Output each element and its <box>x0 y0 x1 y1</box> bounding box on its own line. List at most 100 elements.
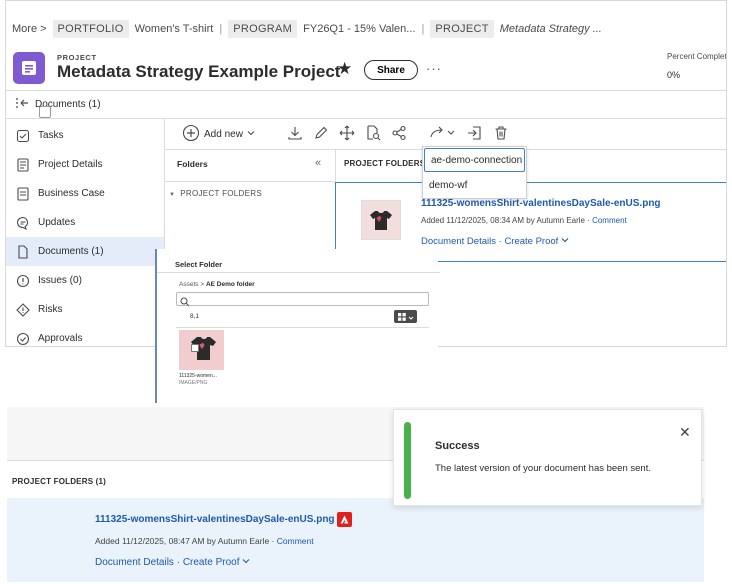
file-added-meta-bottom: Added 11/12/2025, 08:47 AM by Autumn Ear… <box>95 536 314 546</box>
caret-down-icon: ▼ <box>169 192 176 198</box>
percent-complete-label: Percent Complete <box>667 52 727 61</box>
chevron-down-icon <box>247 129 255 140</box>
page-title: Metadata Strategy Example Project <box>57 62 341 81</box>
document-details-link[interactable]: Document Details <box>95 557 174 568</box>
select-folder-dialog: Select Folder Assets > AE Demo folder 8,… <box>155 249 440 403</box>
asset-breadcrumb: Assets > AE Demo folder <box>179 281 255 288</box>
business-case-icon <box>16 186 30 201</box>
edit-pencil-icon[interactable] <box>312 124 330 142</box>
asset-breadcrumb-root[interactable]: Assets <box>179 281 199 288</box>
document-search-icon[interactable] <box>364 124 382 142</box>
file-added-text: Added 11/12/2025, 08:47 AM by Autumn Ear… <box>95 536 270 546</box>
document-checkbox[interactable] <box>39 106 51 118</box>
chevron-down-icon <box>561 236 569 247</box>
menu-item-ae-demo-connection[interactable]: ae-demo-connection <box>424 148 525 172</box>
sidebar-item-label: Documents (1) <box>38 246 104 257</box>
sidebar-item-business-case[interactable]: Business Case <box>6 179 165 208</box>
asset-count: 8,1 <box>190 313 200 320</box>
select-folder-title: Select Folder <box>175 260 223 269</box>
percent-complete-value: 0% <box>667 70 681 80</box>
asset-search-input[interactable] <box>176 292 429 307</box>
asset-checkbox[interactable] <box>191 344 199 352</box>
tasks-icon <box>16 129 30 143</box>
share-button[interactable]: Share <box>364 60 418 80</box>
file-name-link[interactable]: 111325-womensShirt-valentinesDaySale-enU… <box>421 198 661 209</box>
project-sidebar: Tasks Project Details Business Case Upda… <box>6 121 165 346</box>
folders-header: Folders <box>177 159 208 169</box>
sidebar-item-label: Issues (0) <box>38 275 82 286</box>
create-proof-link[interactable]: Create Proof <box>504 236 558 247</box>
breadcrumb-portfolio-link[interactable]: Women's T-shirt <box>135 23 214 35</box>
trash-icon[interactable] <box>492 124 510 142</box>
details-icon <box>16 157 30 172</box>
breadcrumb: More > PORTFOLIO Women's T-shirt | PROGR… <box>12 18 602 40</box>
asset-breadcrumb-current: AE Demo folder <box>205 281 255 288</box>
divider <box>6 90 726 91</box>
sidebar-item-label: Approvals <box>38 333 83 344</box>
create-proof-link[interactable]: Create Proof <box>183 557 240 568</box>
sidebar-item-label: Tasks <box>38 130 64 141</box>
asset-file-type: IMAGE/PNG <box>179 380 208 386</box>
search-icon <box>180 294 190 312</box>
add-new-button[interactable]: Add new <box>182 124 255 145</box>
documents-toolbar: Add new <box>182 121 255 147</box>
asset-card[interactable] <box>179 330 224 370</box>
sidebar-item-issues[interactable]: Issues (0) <box>6 266 165 295</box>
grid-view-icon <box>397 308 406 326</box>
sidebar-item-project-details[interactable]: Project Details <box>6 150 165 179</box>
file-name-link-bottom[interactable]: 111325-womensShirt-valentinesDaySale-enU… <box>95 514 335 525</box>
share-nodes-icon[interactable] <box>390 124 408 142</box>
adobe-experience-manager-icon <box>337 512 352 527</box>
breadcrumb-divider: | <box>421 23 425 35</box>
document-icon <box>16 244 30 259</box>
folder-tree-root[interactable]: ▼ PROJECT FOLDERS <box>169 189 262 198</box>
view-switcher-button[interactable] <box>394 310 417 323</box>
meta-dot: · <box>269 536 277 546</box>
breadcrumb-portfolio-tag: PORTFOLIO <box>52 20 129 38</box>
divider <box>157 272 440 273</box>
file-actions-bottom: Document Details · Create Proof <box>95 557 250 568</box>
risks-icon <box>16 302 30 317</box>
menu-item-demo-wf[interactable]: demo-wf <box>423 173 526 198</box>
document-row-bottom[interactable]: 111325-womensShirt-valentinesDaySale-enU… <box>7 498 704 582</box>
collapse-folders-icon[interactable]: « <box>315 157 321 169</box>
breadcrumb-project-tag: PROJECT <box>430 20 494 38</box>
check-in-icon[interactable] <box>466 124 484 142</box>
comment-link[interactable]: Comment <box>277 536 314 546</box>
sidebar-item-approvals[interactable]: Approvals <box>6 324 165 346</box>
documents-bar: Documents (1) <box>15 97 101 112</box>
send-to-icon[interactable] <box>428 124 458 142</box>
comment-link[interactable]: Comment <box>592 216 627 225</box>
breadcrumb-program-link[interactable]: FY26Q1 - 15% Valen... <box>303 23 415 35</box>
more-options-icon[interactable]: ··· <box>426 61 442 76</box>
send-to-menu: ae-demo-connection demo-wf <box>422 146 527 199</box>
download-icon[interactable] <box>286 124 304 142</box>
add-new-label: Add new <box>204 128 243 140</box>
sidebar-item-label: Project Details <box>38 159 103 170</box>
issues-icon <box>16 274 30 288</box>
approvals-icon <box>16 332 30 346</box>
sidebar-item-tasks[interactable]: Tasks <box>6 121 165 150</box>
folder-tree-root-label: PROJECT FOLDERS <box>180 189 262 198</box>
meta-dot: · <box>584 216 593 225</box>
chevron-down-icon <box>408 308 414 326</box>
breadcrumb-project-link[interactable]: Metadata Strategy ... <box>500 23 602 35</box>
sidebar-item-updates[interactable]: Updates <box>6 208 165 237</box>
divider <box>176 327 429 328</box>
sidebar-item-documents[interactable]: Documents (1) <box>6 237 165 266</box>
collapse-nav-icon[interactable] <box>15 97 29 112</box>
close-icon[interactable]: ✕ <box>679 424 691 441</box>
move-icon[interactable] <box>338 124 356 142</box>
favorite-star-icon[interactable]: ★ <box>337 59 352 79</box>
success-toast: Success The latest version of your docum… <box>393 409 702 506</box>
sidebar-item-label: Business Case <box>38 188 105 199</box>
divider <box>165 181 335 182</box>
sidebar-item-risks[interactable]: Risks <box>6 295 165 324</box>
file-added-text: Added 11/12/2025, 08:34 AM by Autumn Ear… <box>421 216 585 225</box>
breadcrumb-program-tag: PROGRAM <box>228 20 298 38</box>
actions-dot: · <box>173 557 183 568</box>
sidebar-item-label: Updates <box>38 217 76 228</box>
document-details-link[interactable]: Document Details <box>421 236 496 247</box>
divider <box>6 118 726 119</box>
breadcrumb-more[interactable]: More > <box>12 23 47 35</box>
